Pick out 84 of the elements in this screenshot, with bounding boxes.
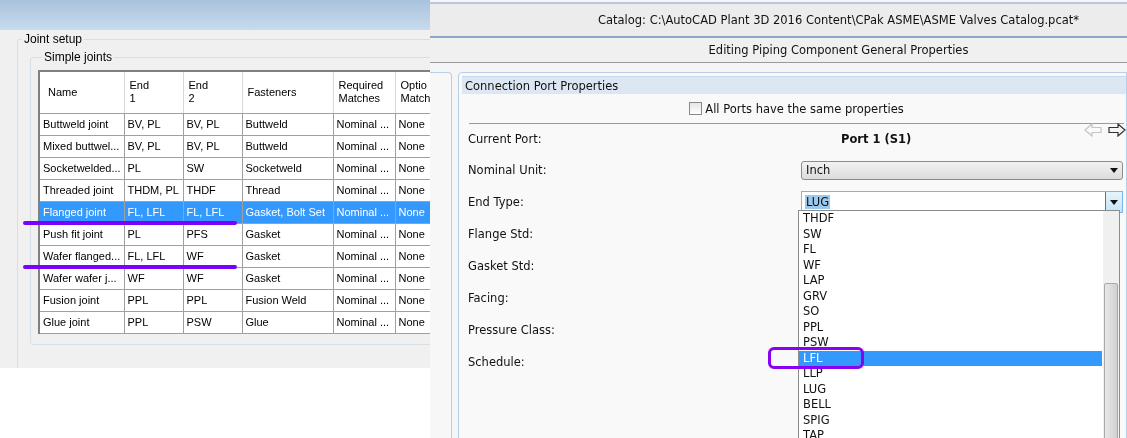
combo-field[interactable]: LUG [801, 191, 1123, 213]
column-header[interactable]: Fasteners [242, 71, 333, 113]
section-header: Connection Port Properties [462, 76, 1126, 94]
table-cell: Glue [242, 311, 333, 333]
table-row[interactable]: Socketwelded... PL SW Socketweld Nominal ... None [39, 157, 430, 179]
table-cell: Nominal ... [333, 267, 395, 289]
table-cell: Buttweld [242, 113, 333, 135]
table-cell: THDF [183, 179, 242, 201]
table-cell: PL [124, 157, 183, 179]
dropdown-field[interactable]: Inch [801, 160, 1123, 180]
table-cell: Gasket [242, 245, 333, 267]
dropdown-item[interactable]: LAP [799, 273, 1102, 289]
left-arrow-icon[interactable] [1084, 123, 1102, 137]
dropdown-item[interactable]: WF [799, 257, 1102, 273]
column-header[interactable]: Name [39, 71, 124, 113]
table-cell: PSW [183, 311, 242, 333]
table-row[interactable]: Fusion joint PPL PPL Fusion Weld Nominal ... None [39, 289, 430, 311]
column-header[interactable]: End 2 [183, 71, 242, 113]
table-cell: Nominal ... [333, 113, 395, 135]
dropdown-item[interactable]: BELL [799, 397, 1102, 413]
column-header[interactable]: Required Matches [333, 71, 395, 113]
dropdown-item[interactable]: GRV [799, 288, 1102, 304]
table-cell: Buttweld joint [39, 113, 124, 135]
field-label: Facing: [468, 291, 510, 305]
dropdown-item[interactable]: SPIG [799, 412, 1102, 428]
table-cell: Nominal ... [333, 245, 395, 267]
table-cell: Fusion Weld [242, 289, 333, 311]
table-cell: Nominal ... [333, 157, 395, 179]
dropdown-value: Inch [806, 163, 831, 177]
right-arrow-icon[interactable] [1108, 123, 1126, 137]
field-label: Schedule: [468, 355, 526, 369]
table-cell: Nominal ... [333, 289, 395, 311]
dropdown-item[interactable]: PPL [799, 319, 1102, 335]
group-title: Simple joints [43, 50, 114, 64]
caret-icon [1110, 199, 1118, 205]
field-label: Nominal Unit: [468, 163, 548, 177]
table-cell: BV, PL [183, 113, 242, 135]
combo-value: LUG [805, 195, 831, 209]
table-cell: THDM, PL [124, 179, 183, 201]
dropdown-item[interactable]: LUG [799, 381, 1102, 397]
table-row[interactable]: Glue joint PPL PSW Glue Nominal ... None [39, 311, 430, 333]
table-cell: Mixed buttwel... [39, 135, 124, 157]
table-cell: PPL [124, 311, 183, 333]
table-row[interactable]: Threaded joint THDM, PL THDF Thread Nominal ... None [39, 179, 430, 201]
table-cell: Nominal ... [333, 311, 395, 333]
dropdown-item[interactable]: FL [799, 242, 1102, 258]
dropdown-item[interactable]: SO [799, 304, 1102, 320]
column-header[interactable]: End 1 [124, 71, 183, 113]
table-cell: Gasket [242, 223, 333, 245]
table-cell: BV, PL [124, 135, 183, 157]
scrollbar[interactable] [1103, 211, 1119, 438]
table-row[interactable]: Buttweld joint BV, PL BV, PL Buttweld Nominal ... None [39, 113, 430, 135]
table-cell: Thread [242, 179, 333, 201]
caret-icon [1110, 167, 1118, 173]
table-cell: BV, PL [183, 135, 242, 157]
table-cell: Gasket [242, 267, 333, 289]
table-cell: PPL [183, 289, 242, 311]
dropdown-item[interactable]: PSW [799, 335, 1102, 351]
dropdown-item[interactable]: SW [799, 226, 1102, 242]
group-title: Joint setup [23, 32, 84, 46]
table-cell: Buttweld [242, 135, 333, 157]
dropdown-item[interactable]: THDF [799, 211, 1102, 227]
table-cell: PPL [124, 289, 183, 311]
table-cell: Fusion joint [39, 289, 124, 311]
field-label: End Type: [468, 195, 525, 209]
table-cell: Nominal ... [333, 135, 395, 157]
table-cell: Nominal ... [333, 223, 395, 245]
table-cell: Socketweld [242, 157, 333, 179]
checkbox-label[interactable]: All Ports have the same properties [705, 101, 904, 116]
table-cell: Glue joint [39, 311, 124, 333]
field-label: Current Port: [468, 132, 543, 146]
table-cell: SW [183, 157, 242, 179]
table-cell: Socketwelded... [39, 157, 124, 179]
field-label: Pressure Class: [468, 323, 556, 337]
catalog-title: Catalog: C:\AutoCAD Plant 3D 2016 Content\CPak ASME\ASME Valves Catalog.pcat* [430, 2, 1127, 38]
table-cell: BV, PL [124, 113, 183, 135]
checkbox[interactable] [689, 102, 703, 115]
field-label: Gasket Std: [468, 259, 536, 273]
field-label: Flange Std: [468, 227, 535, 241]
table-row[interactable]: Mixed buttwel... BV, PL BV, PL Buttweld Nominal ... None [39, 135, 430, 157]
page-subtitle: Editing Piping Component General Properties [430, 38, 1127, 63]
port-name: Port 1 (S1) [841, 132, 912, 146]
table-cell: Threaded joint [39, 179, 124, 201]
table-cell: Nominal ... [333, 179, 395, 201]
